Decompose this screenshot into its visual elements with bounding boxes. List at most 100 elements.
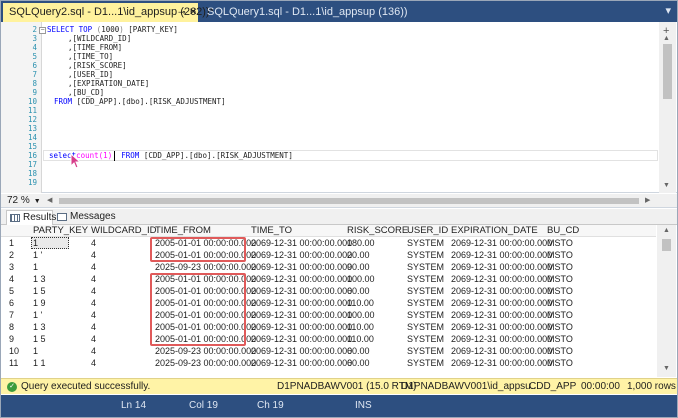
cell-party-key[interactable]: 1 9 [33, 297, 46, 309]
cell-risk-score[interactable]: 60.00 [347, 357, 370, 369]
cell-bu-cd[interactable]: MSTO [547, 261, 573, 273]
cell-wildcard-id[interactable]: 4 [91, 249, 96, 261]
row-number[interactable]: 9 [9, 333, 14, 345]
cell-wildcard-id[interactable]: 4 [91, 333, 96, 345]
cell-time-to[interactable]: 2069-12-31 00:00:00.000 [251, 321, 352, 333]
cell-user-id[interactable]: SYSTEM [407, 273, 444, 285]
cell-bu-cd[interactable]: MSTO [547, 321, 573, 333]
cell-expiration-date[interactable]: 2069-12-31 00:00:00.000 [451, 285, 552, 297]
cell-wildcard-id[interactable]: 4 [91, 273, 96, 285]
row-number[interactable]: 4 [9, 273, 14, 285]
cell-bu-cd[interactable]: MSTO [547, 273, 573, 285]
cell-bu-cd[interactable]: MSTO [547, 285, 573, 297]
cell-expiration-date[interactable]: 2069-12-31 00:00:00.000 [451, 297, 552, 309]
cell-party-key[interactable]: 1 5 [33, 285, 46, 297]
row-number[interactable]: 11 [9, 357, 18, 369]
tab-messages[interactable]: Messages [54, 210, 116, 225]
cell-wildcard-id[interactable]: 4 [91, 321, 96, 333]
cell-bu-cd[interactable]: MSTO [547, 237, 573, 249]
cell-risk-score[interactable]: 110.00 [347, 297, 374, 309]
cell-time-to[interactable]: 2069-12-31 00:00:00.000 [251, 333, 352, 345]
row-number[interactable]: 8 [9, 321, 14, 333]
results-scroll-thumb[interactable] [662, 239, 671, 251]
editor-horizontal-scroll-thumb[interactable] [59, 198, 639, 204]
query-editor[interactable]: 2 3 4 5 6 7 8 9 10 11 12 13 14 15 16 17 18 19 − SELECT TO… [1, 22, 677, 193]
table-row[interactable]: 81 3 4 2005-01-01 00:00:00.000 2069-12-31 0… [1, 321, 656, 333]
pin-icon[interactable]: ⊸ [178, 3, 186, 22]
column-header-time-from[interactable]: TIME_FROM [155, 225, 211, 237]
cell-user-id[interactable]: SYSTEM [407, 309, 444, 321]
cell-wildcard-id[interactable]: 4 [91, 297, 96, 309]
scroll-right-arrow-icon[interactable]: ▶ [645, 194, 650, 208]
row-number[interactable]: 5 [9, 285, 14, 297]
collapse-outline-icon[interactable]: − [39, 27, 46, 34]
cell-expiration-date[interactable]: 2069-12-31 00:00:00.000 [451, 357, 552, 369]
tab-list-dropdown-icon[interactable]: ▾ [665, 4, 671, 17]
table-row[interactable]: 11 1 1 4 2025-09-23 00:00:00.000 2069-12-31 … [1, 357, 656, 369]
cell-risk-score[interactable]: 100.00 [347, 273, 375, 285]
cell-expiration-date[interactable]: 2069-12-31 00:00:00.000 [451, 237, 552, 249]
row-number[interactable]: 7 [9, 309, 14, 321]
cell-user-id[interactable]: SYSTEM [407, 357, 444, 369]
cell-time-to[interactable]: 2069-12-31 00:00:00.000 [251, 345, 352, 357]
table-row[interactable]: 61 9 4 2005-01-01 00:00:00.000 2069-12-31 0… [1, 297, 656, 309]
table-row[interactable]: 91 5 4 2005-01-01 00:00:00.000 2069-12-31 0… [1, 333, 656, 345]
cell-risk-score[interactable]: 100.00 [347, 309, 375, 321]
cell-expiration-date[interactable]: 2069-12-31 00:00:00.000 [451, 321, 552, 333]
cell-time-from[interactable]: 2025-09-23 00:00:00.000 [155, 261, 256, 273]
cell-user-id[interactable]: SYSTEM [407, 285, 444, 297]
cell-time-to[interactable]: 2069-12-31 00:00:00.000 [251, 261, 352, 273]
cell-party-key[interactable]: 1 [33, 345, 38, 357]
column-header-bu-cd[interactable]: BU_CD [547, 225, 579, 237]
cell-user-id[interactable]: SYSTEM [407, 321, 444, 333]
cell-user-id[interactable]: SYSTEM [407, 237, 444, 249]
cell-expiration-date[interactable]: 2069-12-31 00:00:00.000 [451, 261, 552, 273]
scroll-up-arrow-icon[interactable]: ▲ [663, 35, 670, 42]
cell-risk-score[interactable]: 180.00 [347, 237, 375, 249]
cell-time-to[interactable]: 2069-12-31 00:00:00.000 [251, 309, 352, 321]
cell-risk-score[interactable]: 60.00 [347, 345, 370, 357]
cell-wildcard-id[interactable]: 4 [91, 261, 96, 273]
column-header-expiration-date[interactable]: EXPIRATION_DATE [451, 225, 538, 237]
cell-time-from[interactable]: 2025-09-23 00:00:00.000 [155, 345, 256, 357]
cell-risk-score[interactable]: 110.00 [347, 333, 374, 345]
cell-wildcard-id[interactable]: 4 [91, 285, 96, 297]
cell-expiration-date[interactable]: 2069-12-31 00:00:00.000 [451, 249, 552, 261]
cell-time-to[interactable]: 2069-12-31 00:00:00.000 [251, 357, 352, 369]
cell-user-id[interactable]: SYSTEM [407, 345, 444, 357]
cell-party-key[interactable]: 1 [33, 261, 38, 273]
cell-time-from[interactable]: 2025-09-23 00:00:00.000 [155, 357, 256, 369]
row-number[interactable]: 6 [9, 297, 14, 309]
table-row[interactable]: 1 1 4 2005-01-01 00:00:00.000 2069-12-31 00:… [1, 237, 656, 249]
cell-time-to[interactable]: 2069-12-31 00:00:00.000 [251, 249, 352, 261]
editor-vertical-scrollbar[interactable]: + ▲ ▼ [659, 22, 676, 193]
cell-risk-score[interactable]: 60.00 [347, 285, 370, 297]
results-grid[interactable]: PARTY_KEY WILDCARD_ID TIME_FROM TIME_TO … [1, 225, 677, 377]
cell-party-key[interactable]: 1 ' [33, 249, 42, 261]
scroll-down-arrow-icon[interactable]: ▼ [663, 365, 670, 372]
row-number[interactable]: 10 [9, 345, 19, 357]
editor-scroll-thumb[interactable] [663, 44, 672, 99]
table-row[interactable]: 3 1 4 2025-09-23 00:00:00.000 2069-12-31 00:… [1, 261, 656, 273]
cell-wildcard-id[interactable]: 4 [91, 309, 96, 321]
cell-risk-score[interactable]: 90.00 [347, 261, 370, 273]
cell-bu-cd[interactable]: MSTO [547, 357, 573, 369]
tab-sqlquery1[interactable]: SQLQuery1.sql - D1...1\id_appsup (136)) [201, 3, 408, 22]
column-header-user-id[interactable]: USER_ID [407, 225, 448, 237]
scroll-down-arrow-icon[interactable]: ▼ [663, 182, 670, 189]
column-header-time-to[interactable]: TIME_TO [251, 225, 292, 237]
cell-user-id[interactable]: SYSTEM [407, 261, 444, 273]
table-row[interactable]: 51 5 4 2005-01-01 00:00:00.000 2069-12-31 0… [1, 285, 656, 297]
table-row[interactable]: 41 3 4 2005-01-01 00:00:00.000 2069-12-31 0… [1, 273, 656, 285]
cell-bu-cd[interactable]: MSTO [547, 345, 573, 357]
cell-risk-score[interactable]: 20.00 [347, 249, 370, 261]
cell-expiration-date[interactable]: 2069-12-31 00:00:00.000 [451, 333, 552, 345]
cell-time-to[interactable]: 2069-12-31 00:00:00.000 [251, 237, 352, 249]
cell-time-to[interactable]: 2069-12-31 00:00:00.000 [251, 297, 352, 309]
cell-expiration-date[interactable]: 2069-12-31 00:00:00.000 [451, 309, 552, 321]
table-row[interactable]: 21 ' 4 2005-01-01 00:00:00.000 2069-12-31 0… [1, 249, 656, 261]
cell-user-id[interactable]: SYSTEM [407, 333, 444, 345]
cell-party-key[interactable]: 1 5 [33, 333, 46, 345]
cell-bu-cd[interactable]: MSTO [547, 333, 573, 345]
row-number[interactable]: 3 [9, 261, 14, 273]
